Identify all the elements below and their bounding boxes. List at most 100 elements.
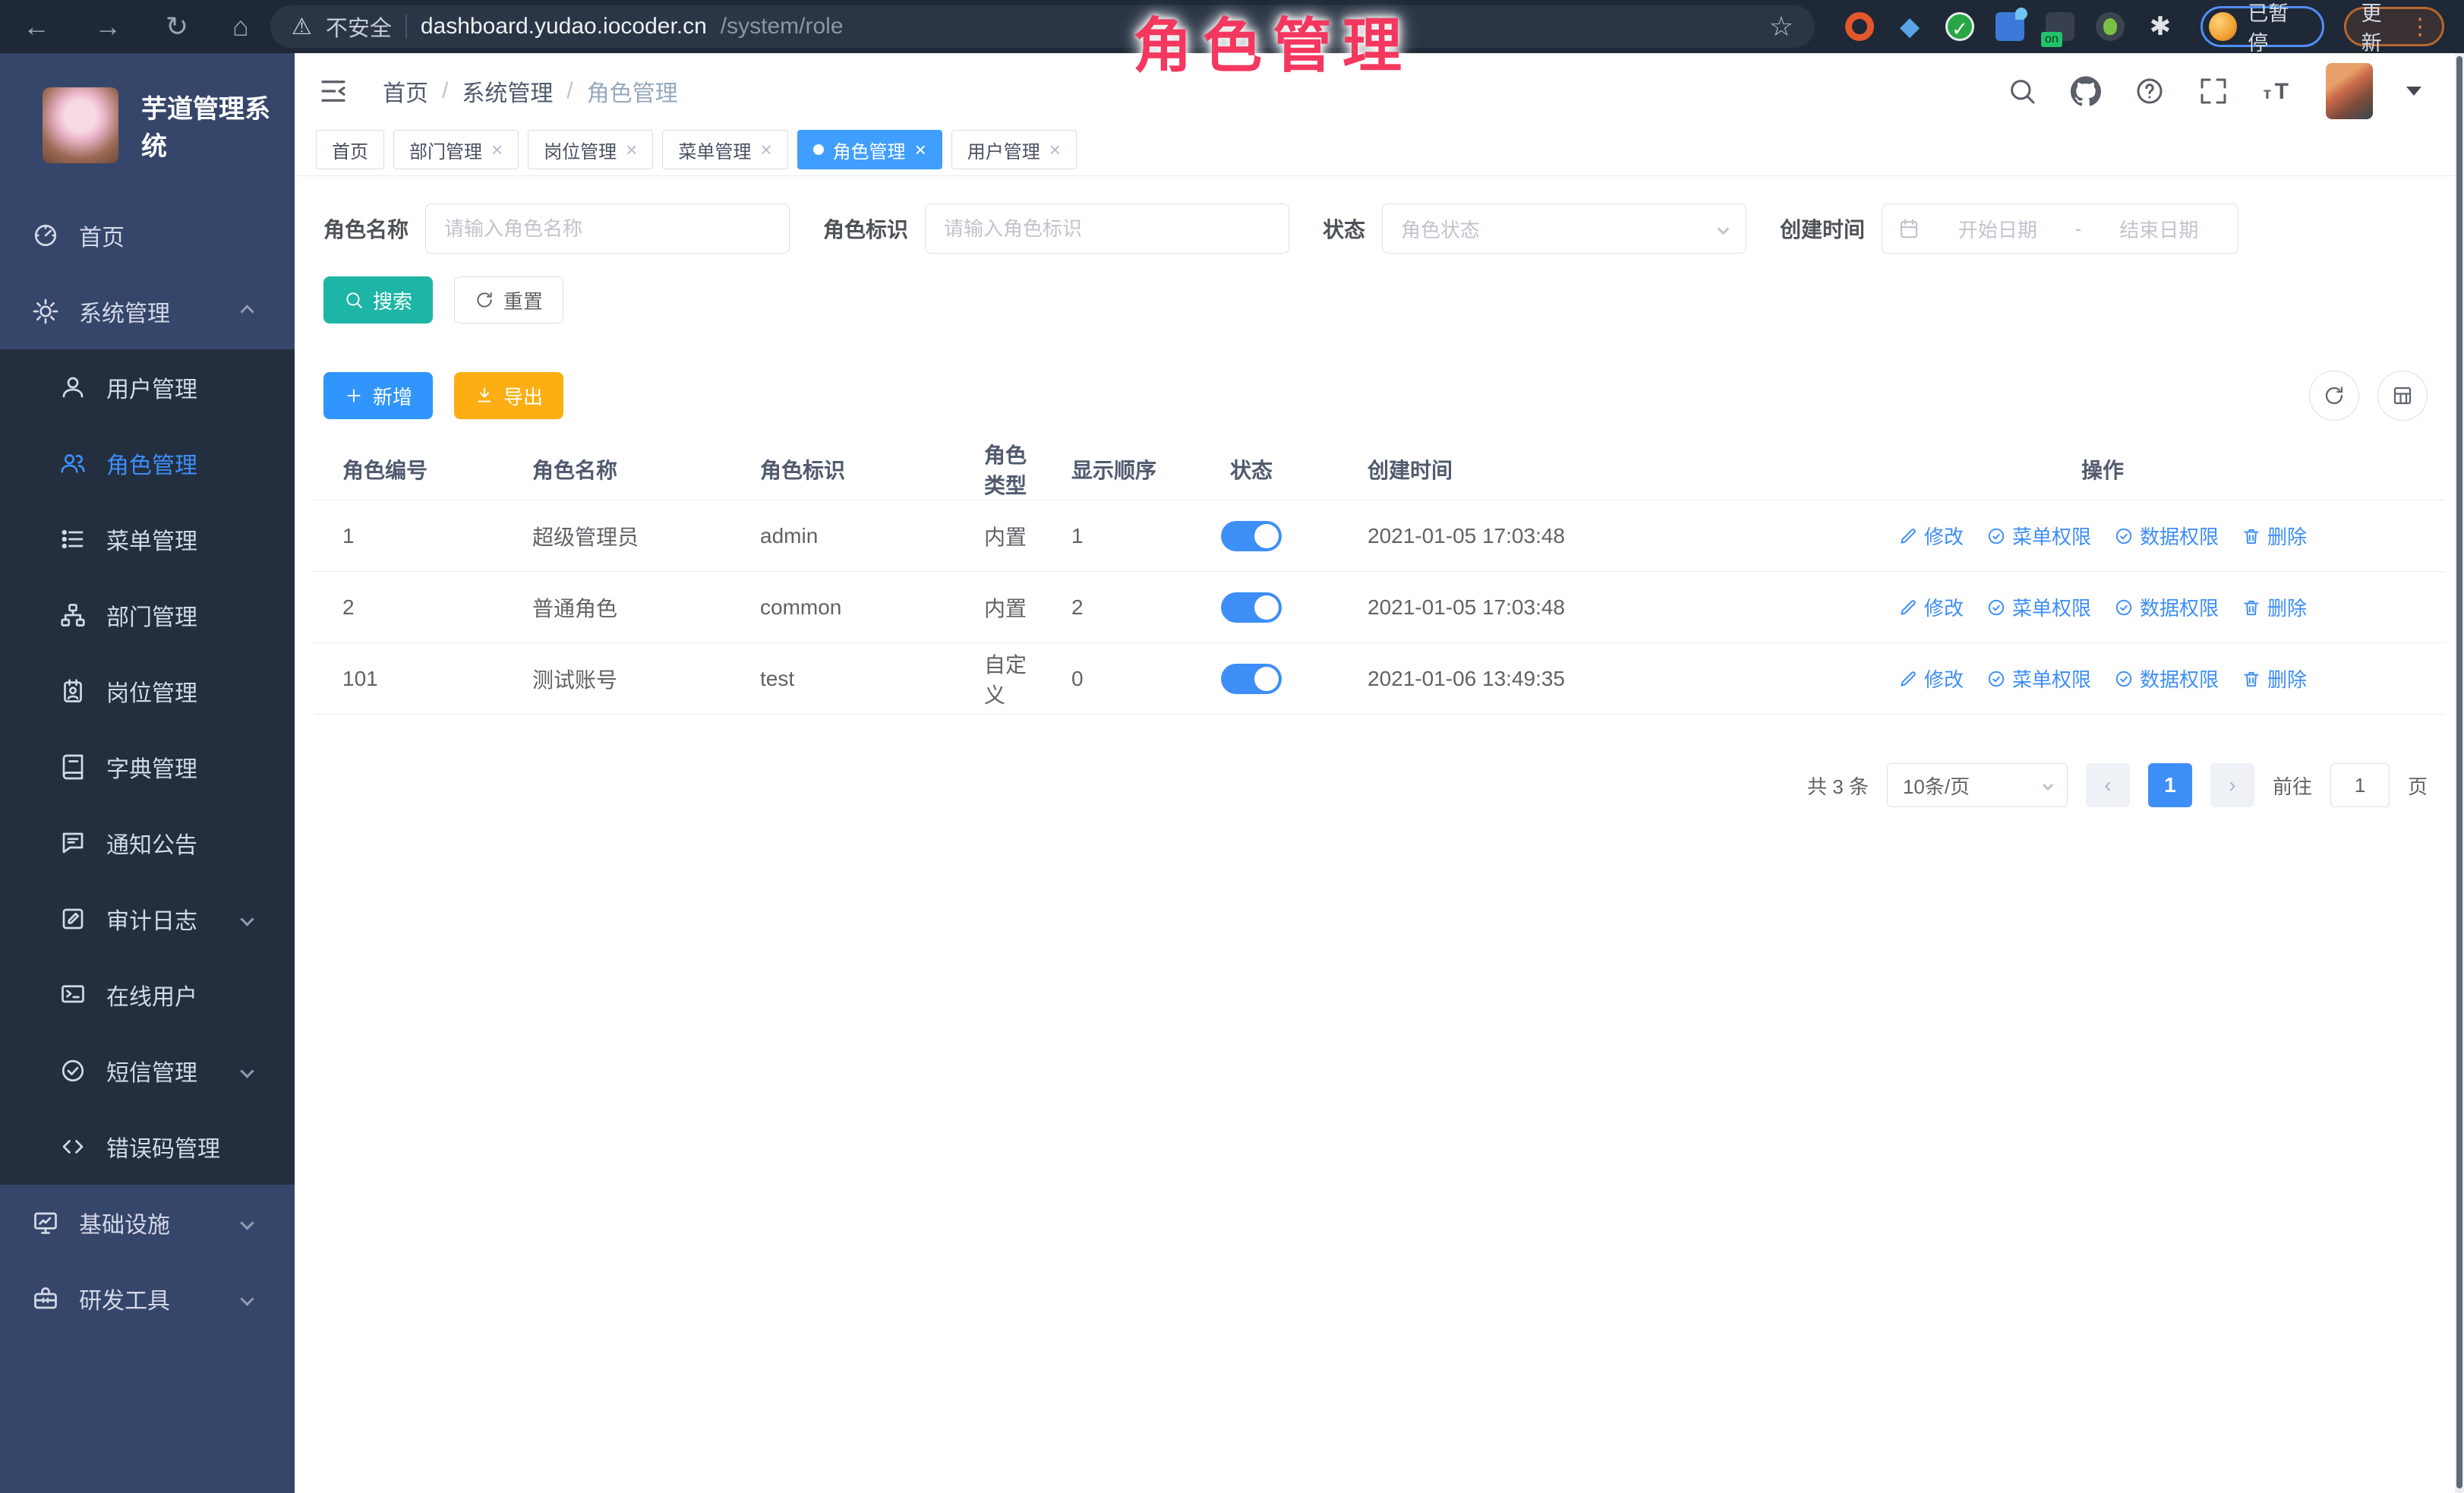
sidebar-item-dept-mgmt[interactable]: 部门管理 [0,577,295,653]
tab-menu-mgmt[interactable]: 菜单管理 × [662,130,787,169]
sidebar-item-infrastructure[interactable]: 基础设施 [0,1185,295,1261]
breadcrumb-system[interactable]: 系统管理 [462,74,553,108]
extension-icon[interactable] [2046,12,2074,41]
avatar-caret-icon[interactable] [2406,87,2421,96]
sidebar-item-dev-tools[interactable]: 研发工具 [0,1261,295,1337]
bookmark-star-icon[interactable]: ☆ [1769,11,1794,43]
search-icon[interactable] [2007,76,2037,106]
page-scrollbar[interactable] [2455,53,2464,1493]
github-icon[interactable] [2071,76,2101,106]
button-label: 导出 [503,382,543,410]
page-number-current[interactable]: 1 [2148,763,2192,807]
refresh-table-button[interactable] [2309,371,2359,421]
sidebar-item-role-mgmt[interactable]: 角色管理 [0,425,295,501]
search-button[interactable]: 搜索 [323,276,433,324]
tab-home[interactable]: 首页 [316,130,384,169]
sidebar-item-label: 错误码管理 [106,1130,220,1163]
data-permission-action[interactable]: 数据权限 [2114,593,2219,621]
profile-paused-badge[interactable]: 已暂停 [2201,6,2324,47]
back-icon[interactable]: ← [23,11,50,43]
tab-user-mgmt[interactable]: 用户管理 × [951,130,1077,169]
delete-action[interactable]: 删除 [2242,522,2307,550]
edit-action[interactable]: 修改 [1898,664,1964,693]
user-avatar[interactable] [2326,63,2373,119]
app-logo[interactable]: 芋道管理系统 [0,53,295,197]
data-permission-action[interactable]: 数据权限 [2114,664,2219,693]
role-name-input[interactable] [425,204,790,254]
circle-check-icon [2114,598,2134,617]
menu-permission-action[interactable]: 菜单权限 [1986,664,2091,693]
export-button[interactable]: 导出 [454,372,563,419]
dashboard-icon [32,222,59,249]
sidebar-item-menu-mgmt[interactable]: 菜单管理 [0,501,295,577]
column-settings-button[interactable] [2377,371,2428,421]
sidebar-item-label: 研发工具 [79,1282,170,1315]
main-area: 首页 / 系统管理 / 角色管理 тT [295,53,2464,1493]
close-icon[interactable]: × [760,140,771,159]
next-page-button[interactable]: › [2210,763,2254,807]
data-permission-action[interactable]: 数据权限 [2114,522,2219,550]
sidebar-item-system[interactable]: 系统管理 [0,273,295,349]
close-icon[interactable]: × [1049,140,1061,159]
date-range-picker[interactable]: 开始日期 - 结束日期 [1882,204,2238,254]
sidebar-item-notice[interactable]: 通知公告 [0,805,295,881]
menu-permission-action[interactable]: 菜单权限 [1986,522,2091,550]
menu-permission-action[interactable]: 菜单权限 [1986,593,2091,621]
address-bar[interactable]: ⚠ 不安全 dashboard.yudao.iocoder.cn /system… [270,5,1815,48]
tab-dept-mgmt[interactable]: 部门管理 × [393,130,519,169]
add-button[interactable]: 新增 [323,372,433,419]
close-icon[interactable]: × [626,140,637,159]
forward-icon[interactable]: → [94,11,121,43]
scrollbar-thumb[interactable] [2456,56,2462,1488]
col-create-time: 创建时间 [1339,439,1760,500]
home-icon[interactable]: ⌂ [232,11,249,43]
browser-update-button[interactable]: 更新 ⋮ [2344,7,2444,46]
status-toggle[interactable] [1221,664,1282,694]
reset-button[interactable]: 重置 [454,276,563,324]
fullscreen-icon[interactable] [2198,76,2229,106]
role-code-input[interactable] [925,204,1289,254]
edit-action[interactable]: 修改 [1898,522,1964,550]
breadcrumb-home[interactable]: 首页 [383,74,428,108]
extension-icon[interactable]: ✓ [1945,12,1974,41]
status-select[interactable]: 角色状态 [1382,204,1746,254]
extensions-puzzle-icon[interactable]: ✱ [2146,12,2175,41]
tab-post-mgmt[interactable]: 岗位管理 × [528,130,653,169]
help-icon[interactable] [2134,76,2165,106]
toolbar: 新增 导出 [295,371,2464,421]
extension-icon[interactable] [1995,12,2024,41]
extension-icon[interactable] [1845,12,1874,41]
page-size-select[interactable]: 10条/页 [1887,763,2068,807]
delete-action[interactable]: 删除 [2242,664,2307,693]
sidebar-item-user-mgmt[interactable]: 用户管理 [0,349,295,425]
delete-action[interactable]: 删除 [2242,593,2307,621]
prev-page-button[interactable]: ‹ [2086,763,2130,807]
security-warning-icon[interactable]: ⚠ [292,14,312,40]
goto-label: 前往 [2273,772,2312,800]
sidebar-item-sms-mgmt[interactable]: 短信管理 [0,1033,295,1109]
collapse-sidebar-icon[interactable] [317,75,349,107]
font-size-icon[interactable]: тT [2262,76,2292,106]
sidebar-item-dict-mgmt[interactable]: 字典管理 [0,729,295,805]
announcement-icon [59,829,87,857]
reload-icon[interactable]: ↻ [166,11,188,43]
browser-menu-icon[interactable]: ⋮ [2409,14,2431,40]
sidebar-item-error-code[interactable]: 错误码管理 [0,1109,295,1185]
col-role-code: 角色标识 [731,439,955,500]
browser-nav: ← → ↻ ⌂ [23,11,249,43]
extension-icon[interactable]: ◆ [1895,12,1924,41]
status-toggle[interactable] [1221,592,1282,623]
status-toggle[interactable] [1221,521,1282,551]
breadcrumb-separator: / [442,78,448,104]
tab-role-mgmt[interactable]: 角色管理 × [797,130,942,169]
cell-role-code: admin [731,500,955,572]
close-icon[interactable]: × [491,140,503,159]
sidebar-item-home[interactable]: 首页 [0,197,295,273]
sidebar-item-audit-log[interactable]: 审计日志 [0,881,295,957]
extension-icon[interactable] [2096,12,2125,41]
close-icon[interactable]: × [915,140,926,159]
sidebar-item-post-mgmt[interactable]: 岗位管理 [0,653,295,729]
sidebar-item-online-users[interactable]: 在线用户 [0,957,295,1033]
goto-page-input[interactable] [2330,763,2390,807]
edit-action[interactable]: 修改 [1898,593,1964,621]
